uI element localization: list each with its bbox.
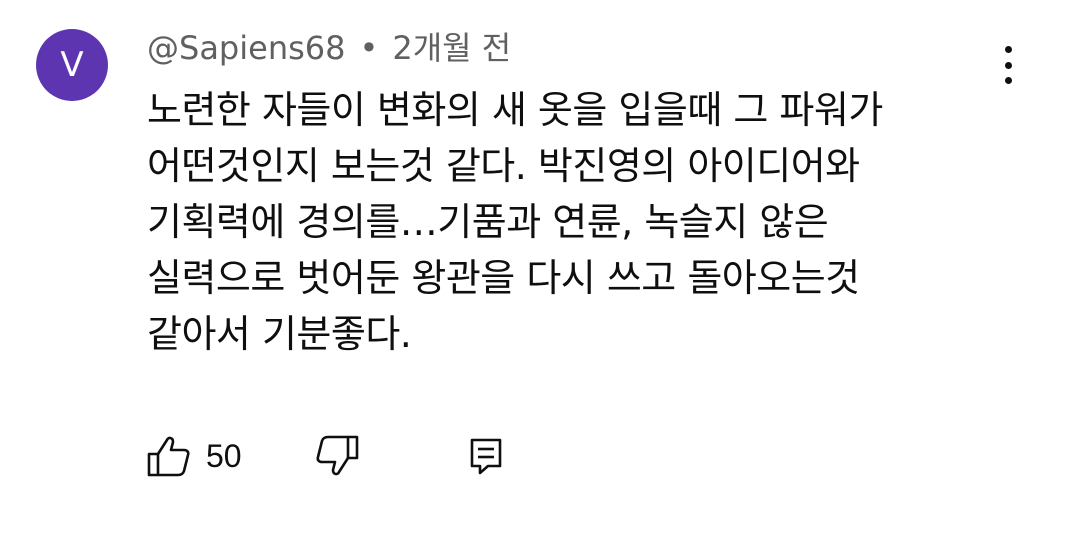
- comment-meta: @Sapiens68 • 2개월 전: [147, 26, 511, 70]
- thumbs-up-icon: [147, 436, 190, 477]
- reply-button[interactable]: [468, 432, 504, 480]
- comment-timestamp[interactable]: 2개월 전: [392, 29, 511, 67]
- avatar[interactable]: V: [36, 29, 108, 101]
- like-button[interactable]: 50: [146, 432, 242, 480]
- avatar-letter: V: [60, 45, 84, 85]
- menu-dot: [1004, 46, 1012, 53]
- like-count: 50: [206, 437, 242, 474]
- reply-comment-icon: [470, 438, 502, 475]
- more-vert-icon[interactable]: [990, 40, 1026, 90]
- comment-card: V @Sapiens68 • 2개월 전 노련한 자들이 변화의 새 옷을 입을때 …: [0, 0, 1080, 541]
- menu-dot: [1004, 77, 1012, 84]
- meta-separator: •: [359, 29, 379, 67]
- thumbs-down-icon: [316, 435, 359, 476]
- dislike-button[interactable]: [314, 432, 360, 480]
- comment-text: 노련한 자들이 변화의 새 옷을 입을때 그 파워가 어떤것인지 보는것 같다.…: [147, 88, 883, 356]
- menu-dot: [1004, 61, 1012, 69]
- author-handle[interactable]: @Sapiens68: [147, 29, 345, 67]
